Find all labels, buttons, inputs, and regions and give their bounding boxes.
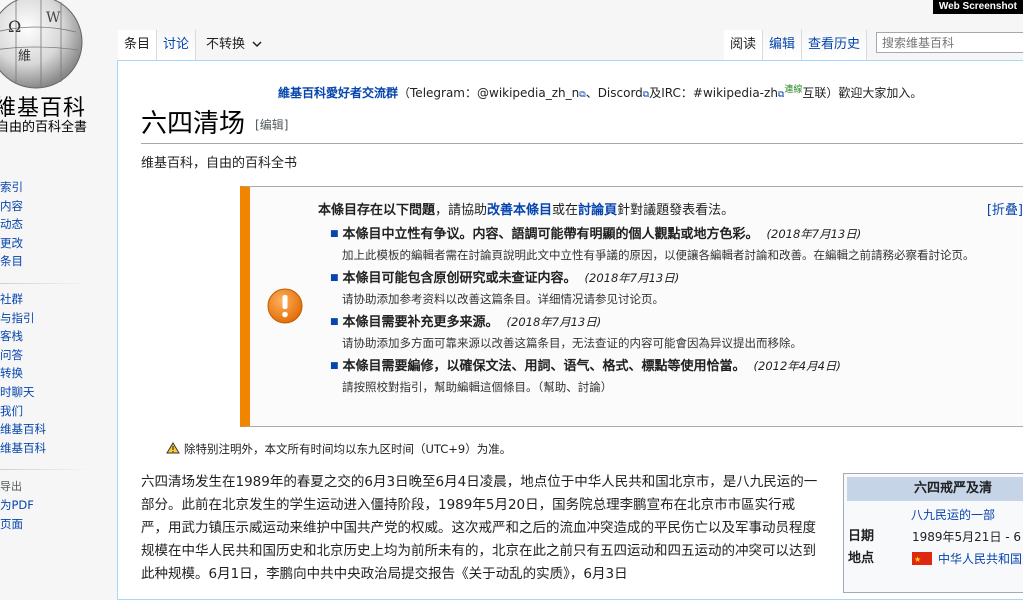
tab-view-history[interactable]: 查看历史 xyxy=(802,30,868,60)
message-box-header-text: ，請協助 xyxy=(435,203,488,218)
issue-note: 加上此模板的編輯者需在討論頁說明此文中立性有爭議的原因，以便讓各編輯者討論和改善… xyxy=(342,248,975,262)
page-title: 六四清场 [编辑] xyxy=(141,103,288,140)
collapse-button[interactable]: [折叠] xyxy=(987,199,1023,218)
site-notice-group-link[interactable]: 維基百科愛好者交流群 xyxy=(278,86,398,100)
issue-item: ■ 本條目需要編修，以確保文法、用詞、语气、格式、標點等使用恰當。 (2012年4月… xyxy=(330,356,1000,398)
lead-paragraph: 六四清场发生在1989年的春夏之交的6月3日晚至6月4日凌晨，地点位于中华人民共… xyxy=(141,474,818,582)
sidebar-item-community[interactable]: 社群 xyxy=(0,290,118,309)
issue-item: ■ 本條目中立性有争议。内容、語調可能帶有明顯的個人觀點或地方色彩。 (2018年7… xyxy=(330,224,1000,266)
issue-text: 本條目需要补充更多来源。 xyxy=(342,315,499,330)
bullet-icon: ■ xyxy=(330,361,339,371)
bullet-icon: ■ xyxy=(330,317,339,327)
search-input[interactable] xyxy=(876,32,1023,53)
issue-item: ■ 本條目可能包含原创研究或未查证内容。 (2018年7月13日) 请协助添加参考资… xyxy=(330,268,1000,310)
page-subtitle: 维基百科，自由的百科全书 xyxy=(141,156,298,171)
infobox-row-location: 地点 中华人民共和国 xyxy=(844,548,1023,571)
issue-text: 本條目可能包含原创研究或未查证内容。 xyxy=(342,271,577,286)
improve-article-link[interactable]: 改善本條目 xyxy=(487,203,552,218)
issue-text: 本條目需要編修，以確保文法、用詞、语气、格式、標點等使用恰當。 xyxy=(342,359,746,374)
sidebar-item-qa[interactable]: 问答 xyxy=(0,346,118,365)
china-flag-icon xyxy=(912,549,932,571)
infobox-value: 1989年5月21日 - 6 xyxy=(912,530,1022,544)
logo-tagline: 自由的百科全書 xyxy=(0,120,88,135)
site-notice-tag: 連線 xyxy=(784,85,803,95)
infobox-value[interactable]: 中华人民共和国 xyxy=(938,552,1022,566)
chevron-down-icon xyxy=(252,41,262,48)
bullet-icon: ■ xyxy=(330,273,339,283)
globe-letter-2: 維 xyxy=(18,49,31,64)
sidebar-item-random-article[interactable]: 条目 xyxy=(0,252,118,271)
site-notice-text-4: 互联）歡迎大家加入。 xyxy=(802,86,923,100)
sidebar-group-help: 社群 与指引 客栈 问答 转换 时聊天 我们 维基百科 维基百科 xyxy=(0,290,118,457)
issue-note: 請按照校對指引，幫助編輯這個條目。（幫助、討論） xyxy=(342,380,613,394)
page-title-text: 六四清场 xyxy=(141,109,246,139)
sidebar-group-navigation: 索引 内容 动态 更改 条目 xyxy=(0,178,118,271)
timezone-notice: 除特别注明外，本文所有时间均以东九区时间（UTC+9）为准。 xyxy=(166,441,511,457)
issue-date: (2018年7月13日) xyxy=(584,271,680,285)
message-box-header: 本條目存在以下問題，請協助改善本條目或在討論頁針對議題發表看法。 xyxy=(318,199,734,218)
namespace-tabs: 条目 讨论 不转换 xyxy=(118,30,268,60)
message-box-header-text: 或在 xyxy=(552,203,579,218)
sidebar-item-village-pump[interactable]: 客栈 xyxy=(0,327,118,346)
issues-list: ■ 本條目中立性有争议。内容、語調可能帶有明顯的個人觀點或地方色彩。 (2018年7… xyxy=(330,224,1000,400)
infobox-subtitle-link[interactable]: 八九民运的一部 xyxy=(844,504,1023,526)
variant-dropdown[interactable]: 不转换 xyxy=(196,30,268,60)
issue-note: 请协助添加多方面可靠来源以改善这篇条目，无法查证的内容可能會因為异议提出而移除。 xyxy=(342,336,802,350)
issue-date: (2012年4月4日) xyxy=(753,359,841,373)
sidebar-item-recent-changes[interactable]: 更改 xyxy=(0,234,118,253)
message-box-header-title: 本條目存在以下問題 xyxy=(318,203,436,218)
infobox: 六四戒严及清 八九民运的一部 日期 1989年5月21日 - 6 地点 中华人民… xyxy=(843,473,1023,593)
sidebar-divider xyxy=(0,282,90,284)
globe-letter-3: W xyxy=(46,10,61,26)
infobox-value-wrapper: 中华人民共和国 xyxy=(912,548,1022,571)
infobox-title: 六四戒严及清 xyxy=(847,477,1023,501)
sidebar-item-printable[interactable]: 页面 xyxy=(0,515,118,534)
sidebar-item-guidelines[interactable]: 与指引 xyxy=(0,309,118,328)
infobox-key: 日期 xyxy=(848,529,875,544)
sidebar-item-index[interactable]: 索引 xyxy=(0,178,118,197)
issue-item: ■ 本條目需要补充更多来源。 (2018年7月13日) 请协助添加多方面可靠来源以改… xyxy=(330,312,1000,354)
talk-page-link[interactable]: 討論頁 xyxy=(578,203,617,218)
issue-date: (2018年7月13日) xyxy=(766,227,862,241)
tab-article[interactable]: 条目 xyxy=(118,30,158,60)
timezone-notice-text: 除特别注明外，本文所有时间均以东九区时间（UTC+9）为准。 xyxy=(184,442,512,456)
issue-date: (2018年7月13日) xyxy=(506,315,602,329)
tab-edit[interactable]: 编辑 xyxy=(763,30,803,60)
view-tabs: 阅读 编辑 查看历史 xyxy=(724,30,868,60)
sidebar-item-current-events[interactable]: 动态 xyxy=(0,215,118,234)
edit-section-link[interactable]: [编辑] xyxy=(255,118,288,132)
tab-talk[interactable]: 讨论 xyxy=(157,30,197,60)
main-content: 維基百科愛好者交流群（Telegram：@wikipedia_zh_n⧉、Dis… xyxy=(117,60,1023,600)
issue-text: 本條目中立性有争议。内容、語調可能帶有明顯的個人觀點或地方色彩。 xyxy=(342,227,759,242)
bullet-icon: ■ xyxy=(330,229,339,239)
sidebar-item-conversion[interactable]: 转换 xyxy=(0,364,118,383)
sidebar-item-about[interactable]: 维基百科 xyxy=(0,420,118,439)
warning-icon xyxy=(267,288,303,324)
site-notice-text-3: 及IRC：#wikipedia-zh xyxy=(649,86,778,100)
title-divider xyxy=(141,143,1023,144)
issue-note: 请协助添加参考资料以改善这篇条目。详细情况请参见讨论页。 xyxy=(342,292,664,306)
watermark-label: Web Screenshot xyxy=(932,0,1023,14)
site-notice-text-1: （Telegram：@wikipedia_zh_n xyxy=(398,86,580,100)
tab-read[interactable]: 阅读 xyxy=(724,30,764,60)
globe-logo-icon: Ω 維 W xyxy=(0,0,83,89)
warning-triangle-icon xyxy=(166,442,180,454)
issues-message-box: 本條目存在以下問題，請協助改善本條目或在討論頁針對議題發表看法。 [折叠] ■ 本… xyxy=(240,186,1023,427)
sidebar-navigation: 索引 内容 动态 更改 条目 社群 与指引 客栈 问答 转换 时聊天 我们 维基… xyxy=(0,178,118,534)
infobox-key: 地点 xyxy=(848,551,875,566)
sidebar-item-disclaimer[interactable]: 维基百科 xyxy=(0,439,118,458)
infobox-row-date: 日期 1989年5月21日 - 6 xyxy=(844,526,1023,548)
sidebar-item-live-chat[interactable]: 时聊天 xyxy=(0,383,118,402)
message-box-header-text: 針對議題發表看法。 xyxy=(617,203,735,218)
site-notice-text-2: 、Discord xyxy=(585,86,643,100)
site-notice: 維基百科愛好者交流群（Telegram：@wikipedia_zh_n⧉、Dis… xyxy=(278,82,922,101)
sidebar-item-download-pdf[interactable]: 为PDF xyxy=(0,496,118,515)
sidebar-divider xyxy=(0,469,90,471)
sidebar-item-contents[interactable]: 内容 xyxy=(0,197,118,216)
variant-label: 不转换 xyxy=(206,37,246,52)
sidebar-item-contact[interactable]: 我们 xyxy=(0,402,118,421)
sidebar-heading-export: 导出 xyxy=(0,480,22,494)
wikipedia-logo[interactable]: Ω 維 W 維基百科 自由的百科全書 xyxy=(0,0,118,140)
globe-letter-1: Ω xyxy=(8,17,21,36)
